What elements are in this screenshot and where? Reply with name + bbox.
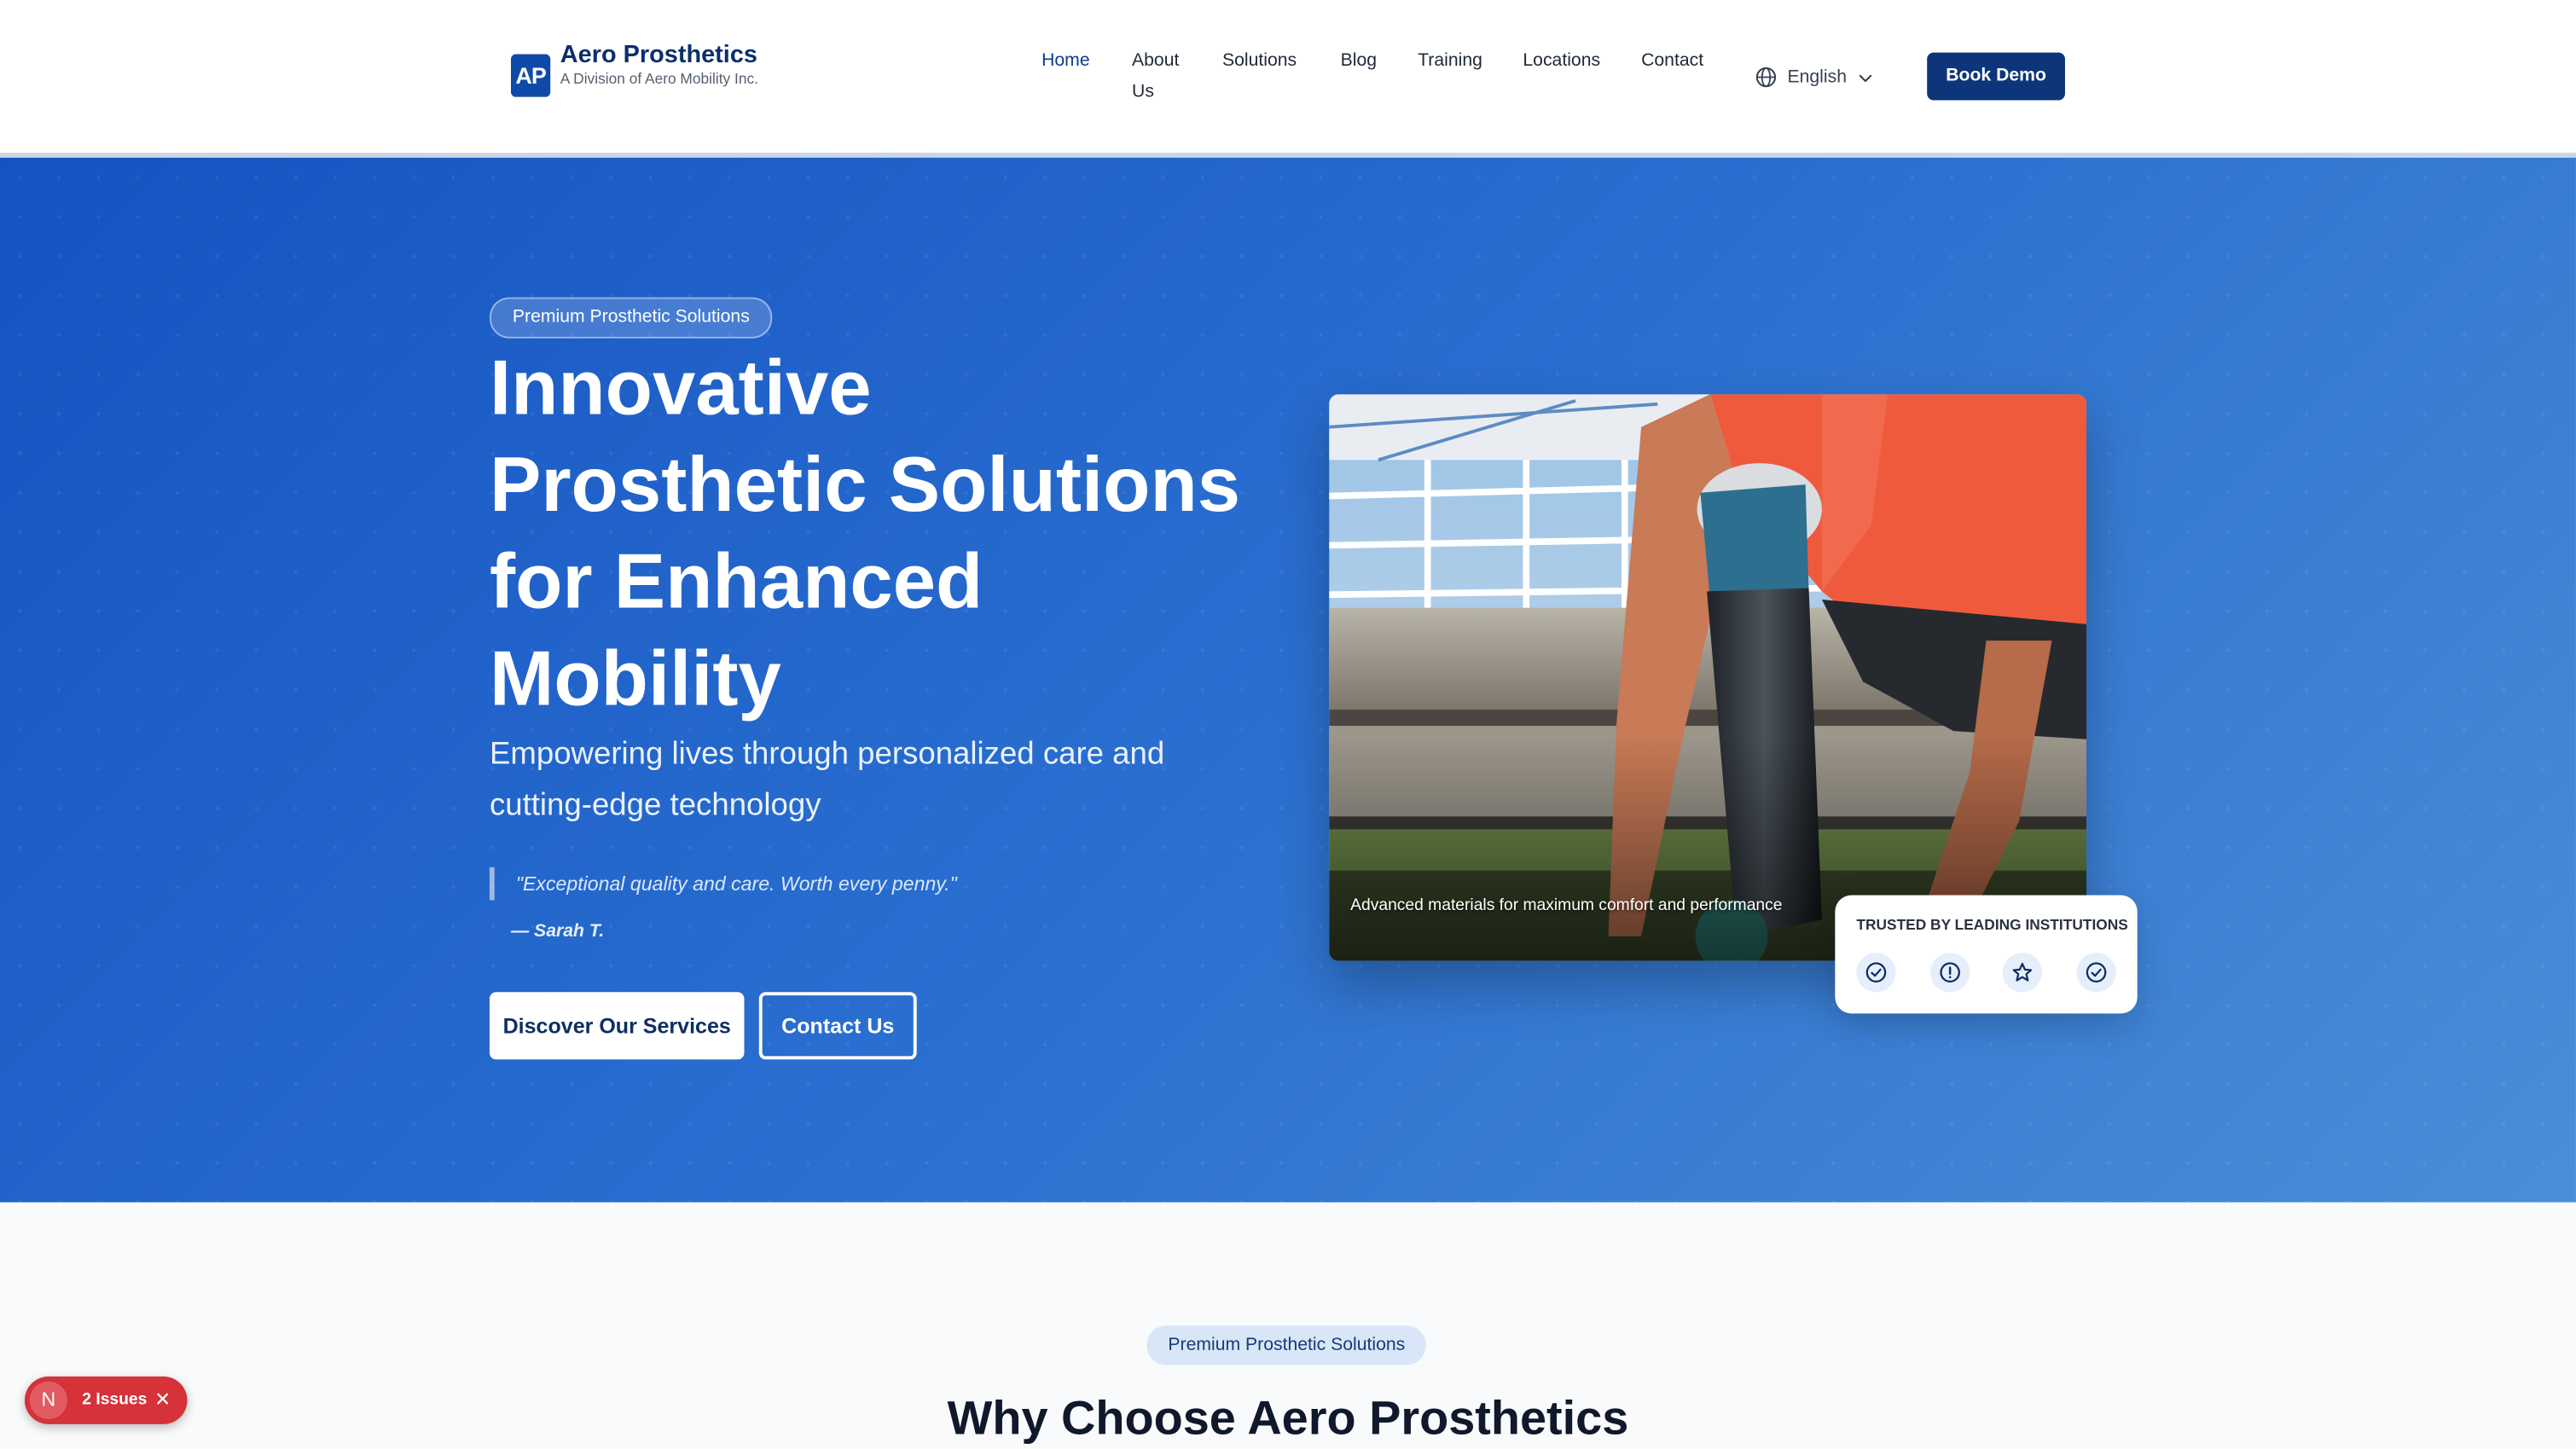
language-label: English	[1787, 67, 1847, 88]
globe-icon	[1755, 67, 1777, 88]
star-icon	[2002, 953, 2043, 993]
info-circle-icon	[1930, 953, 1970, 993]
why-choose-section: Premium Prosthetic Solutions Why Choose …	[0, 1202, 2576, 1449]
nav-locations[interactable]: Locations	[1523, 46, 1600, 78]
page: AP Aero Prosthetics A Division of Aero M…	[0, 0, 2576, 1449]
site-header: AP Aero Prosthetics A Division of Aero M…	[0, 0, 2576, 154]
nav-training[interactable]: Training	[1418, 46, 1482, 78]
nav-home[interactable]: Home	[1041, 46, 1090, 78]
issues-badge[interactable]: N 2 Issues ✕	[24, 1376, 188, 1424]
brand-subtitle: A Division of Aero Mobility Inc.	[560, 70, 758, 88]
hero-title: Innovative Prosthetic Solutions for Enha…	[489, 343, 1241, 722]
testimonial-author: — Sarah T.	[510, 921, 605, 942]
brand-name[interactable]: Aero Prosthetics	[560, 41, 757, 69]
next-logo-icon: N	[29, 1381, 67, 1420]
discover-services-button[interactable]: Discover Our Services	[489, 992, 745, 1060]
hero-badge: Premium Prosthetic Solutions	[489, 297, 773, 339]
nav-contact[interactable]: Contact	[1641, 46, 1703, 78]
section-badge: Premium Prosthetic Solutions	[1146, 1325, 1427, 1365]
hero-section: Premium Prosthetic Solutions Innovative …	[0, 157, 2576, 1203]
athlete-prosthetic-illustration	[1329, 394, 2087, 961]
close-icon[interactable]: ✕	[154, 1377, 171, 1424]
nav-about-us[interactable]: About Us	[1132, 46, 1187, 108]
trust-title: TRUSTED BY LEADING INSTITUTIONS	[1856, 916, 2128, 933]
image-caption: Advanced materials for maximum comfort a…	[1350, 896, 1783, 915]
trust-card: TRUSTED BY LEADING INSTITUTIONS	[1835, 895, 2138, 1014]
check-circle-icon	[2076, 953, 2116, 993]
hero-dot-pattern	[0, 157, 2576, 1203]
chevron-down-icon	[1859, 73, 1872, 82]
logo-mark[interactable]: AP	[510, 54, 551, 97]
contact-us-button[interactable]: Contact Us	[758, 992, 917, 1060]
hero-image: Advanced materials for maximum comfort a…	[1329, 394, 2087, 961]
hero-subtitle: Empowering lives through personalized ca…	[489, 737, 1165, 823]
nav-blog[interactable]: Blog	[1341, 46, 1377, 78]
language-selector[interactable]: English	[1755, 62, 1875, 92]
check-circle-icon	[1856, 953, 1896, 993]
testimonial-quote: "Exceptional quality and care. Worth eve…	[489, 867, 957, 901]
book-demo-button[interactable]: Book Demo	[1927, 52, 2065, 101]
nav-solutions[interactable]: Solutions	[1222, 46, 1297, 78]
issues-count-label[interactable]: 2 Issues	[82, 1377, 147, 1424]
section-title: Why Choose Aero Prosthetics	[947, 1393, 1629, 1446]
